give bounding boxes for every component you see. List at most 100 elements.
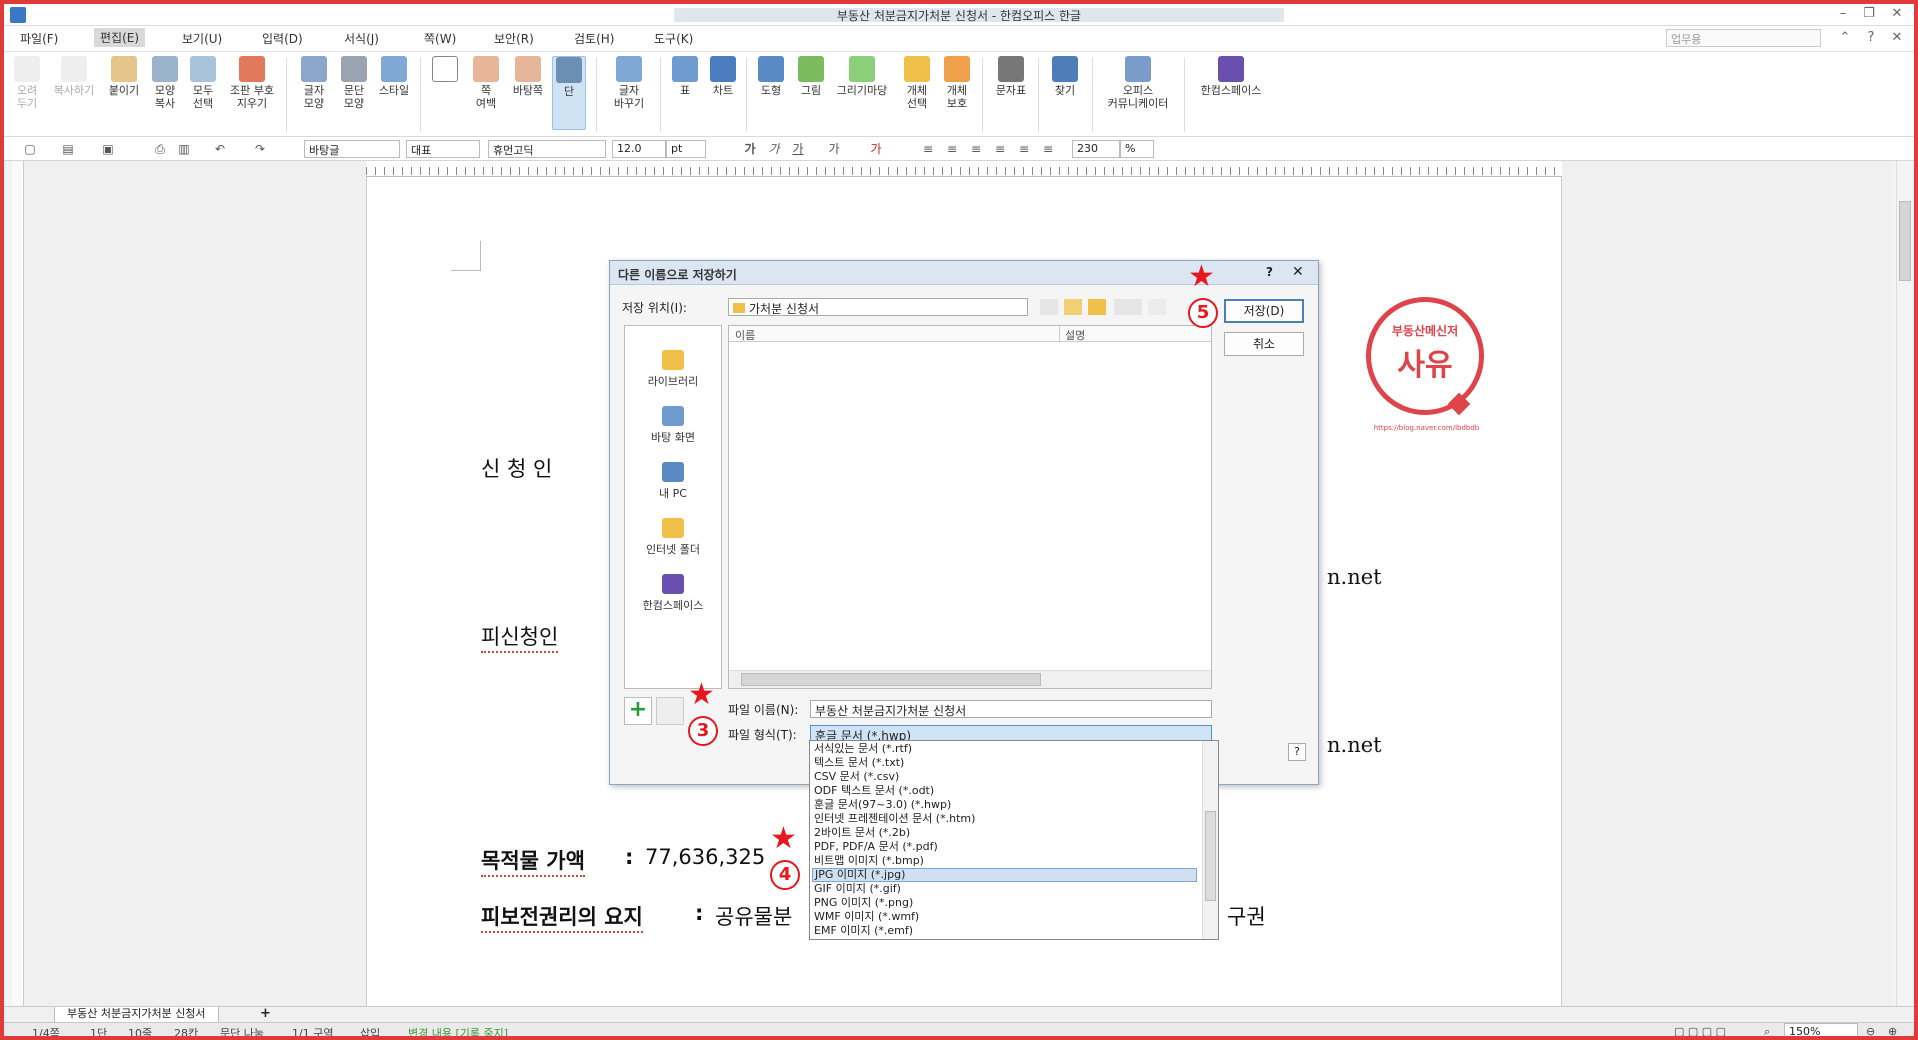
add-place-button[interactable]: +	[624, 697, 652, 725]
file-list-hscroll[interactable]	[729, 670, 1211, 688]
option-png[interactable]: PNG 이미지 (*.png)	[812, 896, 1197, 910]
nav-up-icon[interactable]	[1064, 299, 1082, 315]
lang-select[interactable]: 대표	[406, 140, 480, 158]
ribbon-collapse-icon[interactable]: ⌃	[1832, 30, 1858, 48]
col-desc-header[interactable]: 설명	[1065, 327, 1085, 343]
file-list-scroll-thumb[interactable]	[741, 673, 1041, 686]
option-htm[interactable]: 인터넷 프레젠테이션 문서 (*.htm)	[812, 812, 1197, 826]
strike-icon[interactable]: 가	[826, 141, 842, 157]
redo-icon[interactable]: ↷	[252, 141, 268, 157]
dropdown-scrollbar[interactable]	[1202, 741, 1218, 939]
place-mypc[interactable]: 내 PC	[625, 462, 721, 501]
option-odt[interactable]: ODF 텍스트 문서 (*.odt)	[812, 784, 1197, 798]
table-button[interactable]: 표	[668, 56, 702, 97]
copy-button[interactable]: 복사하기	[48, 56, 100, 97]
edit-place-button[interactable]	[656, 697, 684, 725]
status-insert[interactable]: 삽입	[360, 1025, 380, 1036]
option-jpg[interactable]: JPG 이미지 (*.jpg)	[812, 868, 1197, 882]
option-hwp97[interactable]: 훈글 문서(97~3.0) (*.hwp)	[812, 798, 1197, 812]
style-select[interactable]: 바탕글	[304, 140, 400, 158]
horizontal-ruler[interactable]	[366, 161, 1562, 177]
filetype-dropdown[interactable]: 서식있는 문서 (*.rtf) 텍스트 문서 (*.txt) CSV 문서 (*…	[809, 740, 1219, 940]
doc-close-icon[interactable]: ✕	[1884, 30, 1910, 48]
italic-icon[interactable]: 가	[766, 141, 782, 157]
save-button[interactable]: 저장(D)	[1224, 299, 1304, 323]
page-margin-button[interactable]: 쪽 여백	[466, 56, 506, 110]
page-setup-button[interactable]	[428, 56, 462, 130]
align-justify-icon[interactable]: ≡	[920, 141, 936, 157]
menu-format[interactable]: 서식(J)	[344, 30, 379, 47]
line-spacing-unit[interactable]: %	[1120, 140, 1154, 158]
hancom-space-button[interactable]: 한컴스페이스	[1192, 56, 1270, 97]
dialog-help-button[interactable]: ?	[1266, 265, 1273, 279]
option-gif[interactable]: GIF 이미지 (*.gif)	[812, 882, 1197, 896]
status-track-changes[interactable]: 변경 내용 [기록 중지]	[408, 1025, 508, 1036]
shape-button[interactable]: 도형	[754, 56, 788, 97]
doc-mode-select[interactable]: 업무용	[1666, 29, 1821, 47]
restore-button[interactable]: ❐	[1856, 6, 1882, 24]
place-desktop[interactable]: 바탕 화면	[625, 406, 721, 445]
char-shape-button[interactable]: 글자 모양	[294, 56, 334, 110]
menu-edit[interactable]: 편집(E)	[94, 28, 146, 47]
col-name-header[interactable]: 이름	[735, 327, 755, 343]
zoom-out-icon[interactable]: ⊖	[1866, 1025, 1875, 1036]
preview-pane-icon[interactable]	[1148, 299, 1166, 315]
line-spacing-input[interactable]: 230	[1072, 140, 1120, 158]
zoom-icon[interactable]: ⌕	[1764, 1025, 1770, 1036]
place-library[interactable]: 라이브러리	[625, 350, 721, 389]
column-button[interactable]: 단	[552, 56, 586, 130]
office-comm-button[interactable]: 오피스 커뮤니케이터	[1100, 56, 1176, 110]
zoom-select[interactable]: 150%	[1784, 1023, 1858, 1036]
view-mode-icons[interactable]: ▢ ▢ ▢ ▢	[1674, 1025, 1726, 1036]
object-protect-button[interactable]: 개체 보호	[940, 56, 974, 110]
option-bmp[interactable]: 비트맵 이미지 (*.bmp)	[812, 854, 1197, 868]
option-rtf[interactable]: 서식있는 문서 (*.rtf)	[812, 742, 1197, 756]
option-wmf[interactable]: WMF 이미지 (*.wmf)	[812, 910, 1197, 924]
open-folder-icon[interactable]: ▤	[60, 141, 76, 157]
print-icon[interactable]: ⎙	[152, 141, 168, 157]
find-button[interactable]: 찾기	[1048, 56, 1082, 97]
font-size-input[interactable]: 12.0	[612, 140, 666, 158]
menu-view[interactable]: 보기(U)	[182, 30, 222, 47]
para-shape-button[interactable]: 문단 모양	[334, 56, 374, 110]
select-all-button[interactable]: 모두 선택	[186, 56, 220, 110]
clear-marks-button[interactable]: 조판 부호 지우기	[224, 56, 280, 110]
cut-button[interactable]: 오려 두기	[10, 56, 44, 110]
font-unit-select[interactable]: pt	[666, 140, 706, 158]
vertical-scrollbar[interactable]	[1896, 161, 1914, 1006]
place-internet-folder[interactable]: 인터넷 폴더	[625, 518, 721, 557]
new-folder-icon[interactable]	[1088, 299, 1106, 315]
object-select-button[interactable]: 개체 선택	[900, 56, 934, 110]
font-select[interactable]: 휴먼고딕	[488, 140, 606, 158]
menu-tools[interactable]: 도구(K)	[654, 30, 693, 47]
paste-button[interactable]: 붙이기	[104, 56, 144, 97]
save-icon[interactable]: ▣	[100, 141, 116, 157]
symbol-button[interactable]: 문자표	[990, 56, 1032, 97]
dropdown-scroll-thumb[interactable]	[1205, 811, 1216, 901]
preview-icon[interactable]: ▥	[176, 141, 192, 157]
cancel-button[interactable]: 취소	[1224, 332, 1304, 356]
minimize-button[interactable]: –	[1830, 6, 1856, 24]
view-menu-icon[interactable]	[1114, 299, 1142, 315]
close-button[interactable]: ✕	[1884, 6, 1910, 24]
dialog-close-button[interactable]: ✕	[1292, 264, 1304, 280]
align-div-icon[interactable]: ≡	[1040, 141, 1056, 157]
menu-page[interactable]: 쪽(W)	[424, 30, 456, 47]
menu-security[interactable]: 보안(R)	[494, 30, 534, 47]
bold-icon[interactable]: 가	[742, 141, 758, 157]
menu-file[interactable]: 파일(F)	[20, 30, 58, 47]
new-doc-icon[interactable]: ▢	[22, 141, 38, 157]
menu-insert[interactable]: 입력(D)	[262, 30, 303, 47]
filename-input[interactable]: 부동산 처분금지가처분 신청서	[810, 700, 1212, 718]
option-2b[interactable]: 2바이트 문서 (*.2b)	[812, 826, 1197, 840]
align-center-icon[interactable]: ≡	[968, 141, 984, 157]
option-emf[interactable]: EMF 이미지 (*.emf)	[812, 924, 1197, 938]
background-page-button[interactable]: 바탕쪽	[508, 56, 548, 97]
picture-button[interactable]: 그림	[794, 56, 828, 97]
option-pdf[interactable]: PDF, PDF/A 문서 (*.pdf)	[812, 840, 1197, 854]
draw-button[interactable]: 그리기마당	[832, 56, 892, 97]
char-change-button[interactable]: 글자 바꾸기	[604, 56, 654, 110]
dialog-help-small-icon[interactable]: ?	[1288, 743, 1306, 761]
undo-icon[interactable]: ↶	[212, 141, 228, 157]
menu-review[interactable]: 검토(H)	[574, 30, 614, 47]
